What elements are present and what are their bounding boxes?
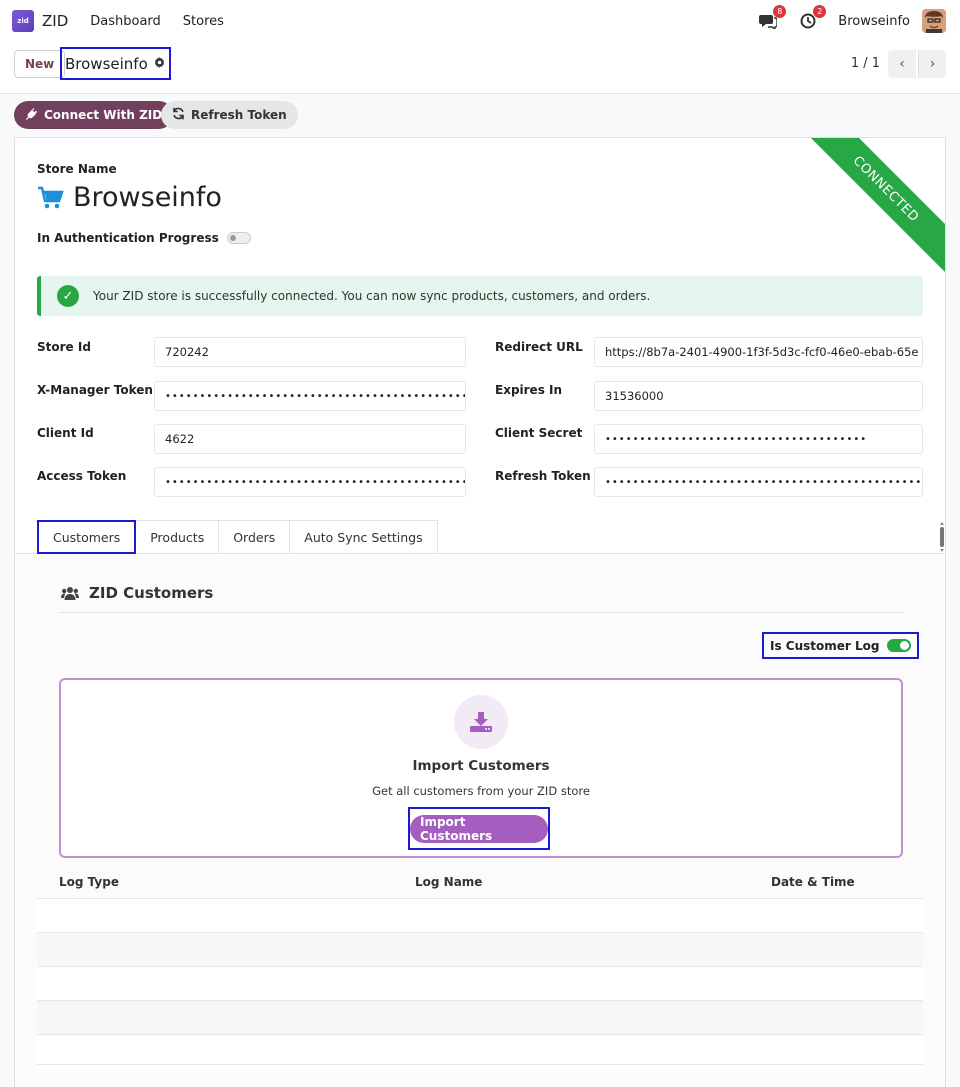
app-name[interactable]: ZID bbox=[42, 12, 68, 30]
connected-ribbon: CONNECTED bbox=[799, 138, 945, 276]
connect-label: Connect With ZID bbox=[44, 108, 163, 122]
x-manager-token-field[interactable]: ••••••••••••••••••••••••••••••••••••••••… bbox=[154, 381, 466, 411]
import-customers-highlight: Import Customers bbox=[408, 807, 550, 850]
client-id-label: Client Id bbox=[37, 426, 94, 440]
breadcrumb: Browseinfo bbox=[60, 47, 171, 80]
tab-auto-sync-settings[interactable]: Auto Sync Settings bbox=[290, 520, 438, 554]
row-divider bbox=[37, 1064, 923, 1065]
connect-with-zid-button[interactable]: Connect With ZID bbox=[14, 101, 174, 129]
store-name-value: Browseinfo bbox=[73, 182, 222, 213]
tabs-scroll-indicator[interactable] bbox=[939, 522, 945, 552]
import-customers-card: Import Customers Get all customers from … bbox=[59, 678, 903, 858]
tab-products[interactable]: Products bbox=[136, 520, 220, 554]
table-row[interactable] bbox=[37, 1001, 923, 1035]
notebook-tabs: Customers Products Orders Auto Sync Sett… bbox=[37, 520, 438, 554]
table-row[interactable] bbox=[37, 933, 923, 967]
expires-in-field[interactable]: 31536000 bbox=[594, 381, 923, 411]
client-secret-label: Client Secret bbox=[495, 426, 583, 440]
auth-progress-toggle[interactable] bbox=[226, 232, 251, 244]
users-icon bbox=[61, 586, 79, 600]
user-avatar[interactable] bbox=[922, 9, 946, 33]
menu-stores[interactable]: Stores bbox=[183, 14, 224, 29]
client-id-field[interactable]: 4622 bbox=[154, 424, 466, 454]
store-id-label: Store Id bbox=[37, 340, 91, 354]
tab-orders[interactable]: Orders bbox=[219, 520, 291, 554]
store-name-label: Store Name bbox=[37, 162, 117, 176]
pager-previous-button[interactable]: ‹ bbox=[888, 50, 916, 78]
store-name-field[interactable]: Browseinfo bbox=[37, 182, 222, 213]
pager-next-button[interactable]: › bbox=[918, 50, 946, 78]
expires-in-label: Expires In bbox=[495, 383, 563, 397]
is-customer-log-label: Is Customer Log bbox=[770, 638, 880, 653]
messages-badge: 8 bbox=[773, 5, 787, 18]
auth-progress-label: In Authentication Progress bbox=[37, 231, 219, 245]
breadcrumb-record-name: Browseinfo bbox=[65, 54, 148, 73]
import-customers-subtitle: Get all customers from your ZID store bbox=[372, 784, 590, 798]
control-panel: New Browseinfo 1 / 1 ‹ › bbox=[0, 42, 960, 94]
section-separator bbox=[59, 612, 903, 613]
column-log-name[interactable]: Log Name bbox=[415, 875, 482, 889]
refresh-token-button[interactable]: Refresh Token bbox=[161, 101, 298, 129]
section-title-text: ZID Customers bbox=[89, 584, 214, 602]
column-date-time[interactable]: Date & Time bbox=[771, 875, 855, 889]
chevron-left-icon: ‹ bbox=[899, 56, 905, 72]
gear-icon[interactable] bbox=[154, 56, 165, 71]
download-icon bbox=[454, 695, 508, 749]
refresh-token-field[interactable]: ••••••••••••••••••••••••••••••••••••••••… bbox=[594, 467, 923, 497]
alert-text: Your ZID store is successfully connected… bbox=[93, 289, 651, 303]
redirect-url-field[interactable]: https://8b7a-2401-4900-1f3f-5d3c-fcf0-46… bbox=[594, 337, 923, 367]
new-button[interactable]: New bbox=[14, 50, 66, 78]
auth-progress-row: In Authentication Progress bbox=[37, 231, 251, 245]
table-row[interactable] bbox=[37, 899, 923, 933]
is-customer-log-toggle[interactable] bbox=[887, 639, 912, 652]
access-token-label: Access Token bbox=[37, 469, 127, 483]
store-id-field[interactable]: 720242 bbox=[154, 337, 466, 367]
company-switcher[interactable]: Browseinfo bbox=[838, 14, 910, 29]
zid-logo-icon[interactable]: zid bbox=[12, 10, 34, 32]
chevron-right-icon: › bbox=[929, 56, 936, 72]
tab-customers[interactable]: Customers bbox=[37, 520, 137, 554]
zid-customers-heading: ZID Customers bbox=[61, 584, 213, 602]
redirect-url-label: Redirect URL bbox=[495, 340, 583, 354]
messages-icon[interactable]: 8 bbox=[758, 5, 787, 31]
client-secret-field[interactable]: •••••••••••••••••••••••••••••••••••••• bbox=[594, 424, 923, 454]
menu-dashboard[interactable]: Dashboard bbox=[90, 14, 161, 29]
is-customer-log-field: Is Customer Log bbox=[762, 632, 920, 659]
table-row[interactable] bbox=[37, 967, 923, 1001]
refresh-label: Refresh Token bbox=[191, 108, 287, 122]
success-alert: ✓ Your ZID store is successfully connect… bbox=[37, 276, 923, 316]
access-token-field[interactable]: ••••••••••••••••••••••••••••••••••••••••… bbox=[154, 467, 466, 497]
pager-value[interactable]: 1 / 1 bbox=[851, 56, 880, 71]
x-manager-token-label: X-Manager Token bbox=[37, 383, 153, 397]
refresh-icon bbox=[172, 107, 185, 123]
form-sheet: CONNECTED Store Name Browseinfo In Authe… bbox=[14, 137, 946, 1087]
activity-clock-icon[interactable]: 2 bbox=[798, 5, 827, 31]
top-navbar: zid ZID Dashboard Stores 8 2 Browseinfo bbox=[0, 0, 960, 42]
shopping-cart-icon bbox=[37, 186, 65, 210]
navbar-systray: 8 2 Browseinfo bbox=[758, 0, 946, 42]
activities-badge: 2 bbox=[813, 5, 827, 18]
import-customers-title: Import Customers bbox=[412, 758, 550, 774]
column-log-type[interactable]: Log Type bbox=[59, 875, 119, 889]
import-customers-button[interactable]: Import Customers bbox=[410, 814, 548, 843]
refresh-token-label: Refresh Token bbox=[495, 469, 591, 483]
plug-icon bbox=[25, 107, 38, 123]
check-circle-icon: ✓ bbox=[57, 285, 79, 307]
